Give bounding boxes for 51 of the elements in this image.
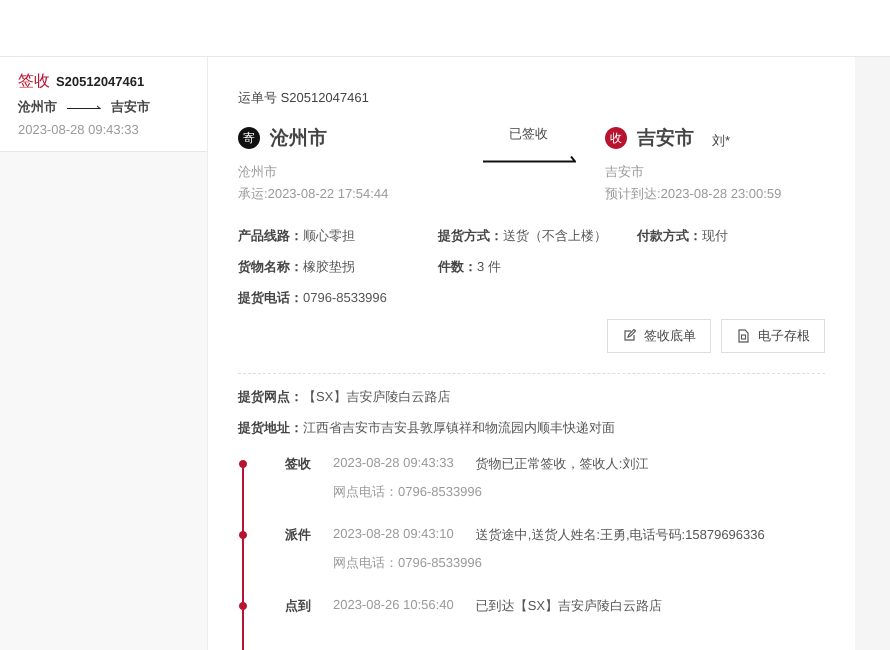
edit-icon bbox=[622, 329, 636, 343]
timestamp: 2023-08-28 09:43:33 bbox=[333, 455, 454, 472]
event-description: 货物已正常签收，签收人:刘江 bbox=[476, 455, 648, 473]
field-label: 件数： bbox=[438, 259, 477, 274]
field-label: 提货方式： bbox=[438, 228, 503, 243]
waybill-card[interactable]: 签收 S20512047461 沧州市 吉安市 2023-08-28 09:43:33 bbox=[0, 57, 207, 152]
timestamp: 2023-08-28 09:43:33 bbox=[18, 122, 140, 137]
waybill-number: 运单号 S20512047461 bbox=[238, 89, 370, 107]
field-value: 【SX】吉安庐陵白云路店 bbox=[303, 389, 450, 404]
recipient-name: 刘* bbox=[712, 132, 730, 150]
event-name: 点到 bbox=[285, 597, 312, 615]
event-name: 签收 bbox=[285, 455, 312, 473]
field-label: 提货地址： bbox=[238, 420, 303, 435]
waybill-number: S20512047461 bbox=[56, 74, 144, 89]
field-value: 现付 bbox=[702, 228, 728, 243]
field-label: 提货电话： bbox=[238, 290, 303, 305]
field-value: 送货（不含上楼） bbox=[503, 228, 607, 243]
field-value: 顺心零担 bbox=[303, 228, 355, 243]
e-stub-button[interactable]: 电子存根 bbox=[721, 319, 825, 353]
status-label: 签收 bbox=[18, 72, 50, 92]
phone-number: 网点电话：0796-8533996 bbox=[333, 483, 483, 501]
field-value: 江西省吉安市吉安县敦厚镇祥和物流园内顺丰快递对面 bbox=[303, 420, 615, 435]
field-label: 产品线路： bbox=[238, 228, 303, 243]
timeline-dot bbox=[239, 460, 247, 468]
city-name: 沧州市 bbox=[270, 126, 327, 151]
status-label: 已签收 bbox=[509, 125, 548, 143]
timestamp: 2023-08-28 09:43:10 bbox=[333, 526, 454, 543]
origin-city: 沧州市 bbox=[18, 98, 57, 116]
timeline-dot bbox=[239, 531, 247, 539]
timestamp: 2023-08-26 10:56:40 bbox=[333, 597, 454, 614]
badge: 寄 bbox=[238, 127, 260, 149]
field-value: 3 件 bbox=[477, 259, 501, 274]
phone-number: 网点电话：0796-8533996 bbox=[333, 554, 483, 572]
destination-city: 吉安市 bbox=[111, 98, 150, 116]
timestamp: 承运:2023-08-22 17:54:44 bbox=[238, 185, 390, 203]
badge: 收 bbox=[605, 127, 627, 149]
city-name: 吉安市 bbox=[637, 126, 694, 151]
event-description: 送货途中,送货人姓名:王勇,电话号码:15879696336 bbox=[476, 526, 765, 544]
sign-receipt-button[interactable]: 签收底单 bbox=[607, 319, 711, 353]
city-name: 沧州市 bbox=[238, 163, 278, 181]
field-label: 货物名称： bbox=[238, 259, 303, 274]
event-name: 派件 bbox=[285, 526, 312, 544]
timeline-dot bbox=[239, 602, 247, 610]
event-description: 已到达【SX】吉安庐陵白云路店 bbox=[476, 597, 662, 615]
field-value: 橡胶垫拐 bbox=[303, 259, 355, 274]
document-icon bbox=[736, 329, 750, 343]
timestamp: 预计到达:2023-08-28 23:00:59 bbox=[605, 185, 782, 203]
field-value: 0796-8533996 bbox=[303, 290, 387, 305]
field-label: 提货网点： bbox=[238, 389, 303, 404]
field-label: 付款方式： bbox=[637, 228, 702, 243]
city-name: 吉安市 bbox=[605, 163, 645, 181]
